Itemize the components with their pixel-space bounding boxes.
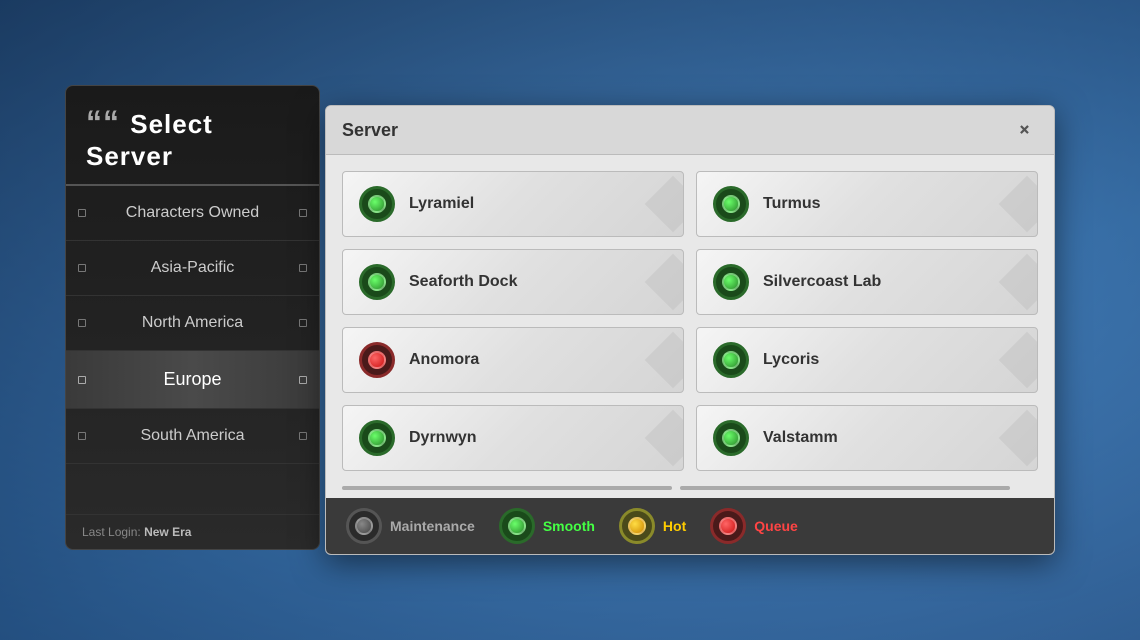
status-icon-smooth (713, 186, 749, 222)
legend-item-maintenance: Maintenance (346, 508, 475, 544)
legend-label-maintenance: Maintenance (390, 518, 475, 534)
status-icon-queue (710, 508, 746, 544)
server-name-turmus: Turmus (763, 195, 820, 213)
status-icon-smooth (713, 264, 749, 300)
status-icon-hot (619, 508, 655, 544)
server-item-turmus[interactable]: Turmus (696, 171, 1038, 237)
modal-title: Server (342, 120, 398, 141)
nav-item-characters-owned[interactable]: Characters Owned (66, 186, 319, 241)
panel-title: Select Server (66, 86, 319, 186)
legend-label-hot: Hot (663, 518, 686, 534)
close-button[interactable]: + (1004, 110, 1044, 150)
status-icon-queue (359, 342, 395, 378)
last-login-label: Last Login: (82, 525, 141, 539)
status-icon-smooth (499, 508, 535, 544)
server-name-seaforth-dock: Seaforth Dock (409, 273, 517, 291)
last-login: Last Login: New Era (66, 514, 319, 549)
server-grid-area[interactable]: Lyramiel Turmus Seaforth Dock Silvercoast L… (326, 155, 1054, 482)
legend-item-hot: Hot (619, 508, 686, 544)
status-icon-maintenance (346, 508, 382, 544)
server-item-lyramiel[interactable]: Lyramiel (342, 171, 684, 237)
server-item-valstamm[interactable]: Valstamm (696, 405, 1038, 471)
server-item-dyrnwyn[interactable]: Dyrnwyn (342, 405, 684, 471)
nav-item-north-america[interactable]: North America (66, 296, 319, 351)
server-grid: Lyramiel Turmus Seaforth Dock Silvercoast L… (342, 171, 1038, 471)
status-icon-smooth (359, 420, 395, 456)
server-name-lycoris: Lycoris (763, 351, 819, 369)
scroll-bar-right (680, 486, 1010, 490)
last-login-value: New Era (144, 525, 191, 539)
nav-item-south-america[interactable]: South America (66, 409, 319, 464)
server-name-valstamm: Valstamm (763, 429, 838, 447)
nav-item-asia-pacific[interactable]: Asia-Pacific (66, 241, 319, 296)
server-item-seaforth-dock[interactable]: Seaforth Dock (342, 249, 684, 315)
server-item-anomora[interactable]: Anomora (342, 327, 684, 393)
legend-label-smooth: Smooth (543, 518, 595, 534)
modal-header: Server + (326, 106, 1054, 155)
left-panel: Select Server Characters OwnedAsia-Pacif… (65, 85, 320, 550)
server-name-silvercoast-lab: Silvercoast Lab (763, 273, 881, 291)
scroll-bar-left (342, 486, 672, 490)
server-name-lyramiel: Lyramiel (409, 195, 474, 213)
nav-item-europe[interactable]: Europe (66, 351, 319, 409)
legend-item-smooth: Smooth (499, 508, 595, 544)
legend-label-queue: Queue (754, 518, 798, 534)
nav-items-list: Characters OwnedAsia-PacificNorth Americ… (66, 186, 319, 514)
server-item-silvercoast-lab[interactable]: Silvercoast Lab (696, 249, 1038, 315)
modal-footer: Maintenance Smooth Hot Queue (326, 498, 1054, 554)
legend-item-queue: Queue (710, 508, 798, 544)
scroll-bars (326, 482, 1054, 498)
server-modal: Server + Lyramiel Turmus Seaforth Dock Silv… (325, 105, 1055, 555)
server-name-anomora: Anomora (409, 351, 479, 369)
status-icon-smooth (359, 264, 395, 300)
status-icon-smooth (359, 186, 395, 222)
server-name-dyrnwyn: Dyrnwyn (409, 429, 477, 447)
status-icon-smooth (713, 342, 749, 378)
status-icon-smooth (713, 420, 749, 456)
panel-title-text: Select Server (86, 109, 213, 171)
server-item-lycoris[interactable]: Lycoris (696, 327, 1038, 393)
